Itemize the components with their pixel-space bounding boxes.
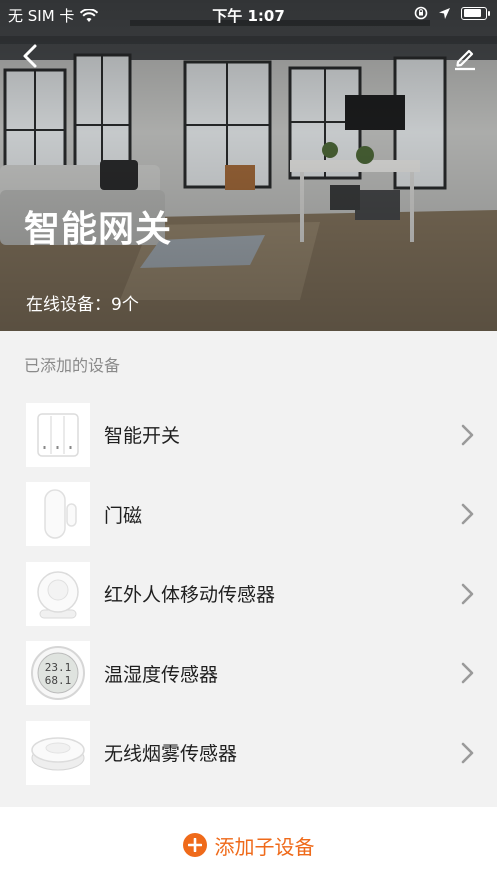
devices-section-title: 已添加的设备 bbox=[24, 356, 121, 375]
back-button[interactable] bbox=[14, 40, 46, 72]
hero-overlay bbox=[0, 0, 497, 331]
add-sub-device-button[interactable]: 添加子设备 bbox=[182, 831, 315, 860]
chevron-right-icon bbox=[461, 662, 474, 684]
chevron-right-icon bbox=[461, 424, 474, 446]
device-row-door-sensor[interactable]: 门磁 bbox=[0, 475, 497, 555]
chevron-right-icon bbox=[461, 583, 474, 605]
device-row-smoke-sensor[interactable]: 无线烟雾传感器 bbox=[0, 713, 497, 793]
temp-readout: 23.1 bbox=[45, 661, 72, 674]
battery-icon bbox=[461, 6, 490, 20]
device-label: 红外人体移动传感器 bbox=[104, 584, 276, 607]
device-label: 温湿度传感器 bbox=[104, 663, 219, 686]
orientation-lock-icon bbox=[414, 6, 428, 20]
battery-level-fill bbox=[463, 9, 481, 17]
device-row-temp-humidity-sensor[interactable]: 23.1 68.1 温湿度传感器 bbox=[0, 634, 497, 714]
bottom-bar: 添加子设备 bbox=[0, 807, 497, 883]
chevron-right-icon bbox=[461, 742, 474, 764]
edit-button[interactable] bbox=[449, 42, 481, 74]
device-row-motion-sensor[interactable]: 红外人体移动传感器 bbox=[0, 554, 497, 634]
door-sensor-icon bbox=[26, 482, 90, 547]
device-list: 智能开关 门磁 红外人体移动传感器 23.1 68.1 温湿度传感器 无线烟雾传… bbox=[0, 395, 497, 793]
smoke-sensor-icon bbox=[26, 720, 90, 785]
location-icon bbox=[439, 7, 450, 19]
device-row-smart-switch[interactable]: 智能开关 bbox=[0, 395, 497, 475]
temp-humidity-sensor-icon: 23.1 68.1 bbox=[26, 641, 90, 706]
chevron-right-icon bbox=[461, 503, 474, 525]
humidity-readout: 68.1 bbox=[45, 674, 72, 687]
motion-sensor-icon bbox=[26, 561, 90, 626]
plus-circle-icon bbox=[182, 833, 207, 857]
add-sub-device-label: 添加子设备 bbox=[214, 834, 315, 859]
header-banner: 无 SIM 卡 下午 1:07 智能网关 在线设备：9个 bbox=[0, 0, 497, 331]
pencil-icon bbox=[455, 49, 475, 71]
device-label: 门磁 bbox=[104, 504, 143, 527]
device-label: 智能开关 bbox=[104, 425, 181, 448]
chevron-left-icon bbox=[23, 44, 37, 68]
status-bar: 无 SIM 卡 下午 1:07 bbox=[0, 0, 497, 30]
smart-switch-icon bbox=[26, 402, 90, 467]
page-title: 智能网关 bbox=[24, 209, 173, 250]
online-devices-count: 在线设备：9个 bbox=[26, 295, 139, 315]
device-label: 无线烟雾传感器 bbox=[104, 743, 238, 766]
